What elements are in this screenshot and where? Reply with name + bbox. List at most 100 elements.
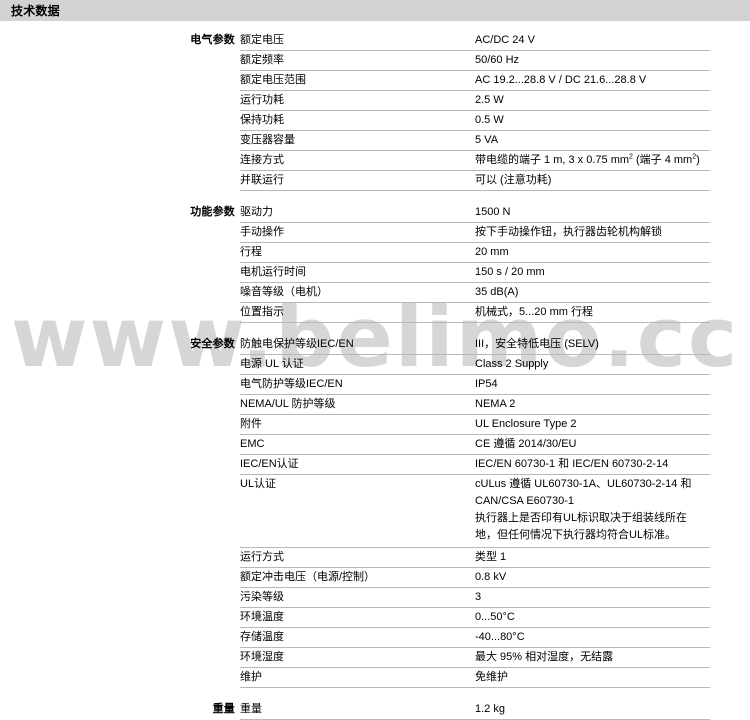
spec-row-value: 免维护 bbox=[475, 671, 508, 683]
spec-row-value: 最大 95% 相对湿度，无结露 bbox=[475, 651, 614, 663]
section-label: 安全参数 bbox=[190, 338, 235, 350]
spec-row-name: UL认证 bbox=[240, 478, 277, 490]
spec-row-name: 重量 bbox=[240, 703, 262, 715]
section-rows: 重量 1.2 kg bbox=[240, 700, 710, 720]
section-rows: 驱动力 1500 N 手动操作 按下手动操作钮，执行器齿轮机构解锁行程 20 mm 电机运… bbox=[240, 203, 710, 323]
spec-row-name: 维护 bbox=[240, 671, 262, 683]
spec-row-name: 额定冲击电压（电源/控制） bbox=[240, 571, 376, 583]
spec-row-name: 驱动力 bbox=[240, 206, 273, 218]
section-label: 电气参数 bbox=[190, 34, 235, 46]
spec-row: 重量 1.2 kg bbox=[240, 700, 710, 720]
spec-row: 电机运行时间 150 s / 20 mm bbox=[240, 263, 710, 283]
spec-row-value: AC 19.2...28.8 V / DC 21.6...28.8 V bbox=[475, 74, 647, 86]
spec-row-value: 3 bbox=[475, 591, 482, 603]
spec-row-value: 50/60 Hz bbox=[475, 54, 520, 66]
technical-data-sheet: 电气参数 额定电压 AC/DC 24 V 额定频率 50/60 Hz 额定电压范围 AC 1… bbox=[0, 31, 750, 720]
spec-row-name: 变压器容量 bbox=[240, 134, 295, 146]
spec-row-value: cULus 遵循 UL60730-1A、UL60730-2-14 和 CAN/C… bbox=[475, 478, 692, 541]
spec-row-name: 电源 UL 认证 bbox=[240, 358, 304, 370]
spec-row: 额定冲击电压（电源/控制） 0.8 kV bbox=[240, 568, 710, 588]
spec-row: 环境温度 0...50°C bbox=[240, 608, 710, 628]
spec-row-value: 类型 1 bbox=[475, 551, 507, 563]
spec-row-value: 机械式，5...20 mm 行程 bbox=[475, 306, 593, 318]
spec-row: NEMA/UL 防护等级 NEMA 2 bbox=[240, 395, 710, 415]
spec-row: 手动操作 按下手动操作钮，执行器齿轮机构解锁 bbox=[240, 223, 710, 243]
spec-row: 污染等级 3 bbox=[240, 588, 710, 608]
spec-row: 附件 UL Enclosure Type 2 bbox=[240, 415, 710, 435]
spec-row-name: 连接方式 bbox=[240, 154, 284, 166]
spec-row: 额定电压 AC/DC 24 V bbox=[240, 31, 710, 51]
spec-row-name: 并联运行 bbox=[240, 174, 284, 186]
spec-row: 运行方式 类型 1 bbox=[240, 548, 710, 568]
spec-row: 并联运行 可以 (注意功耗) bbox=[240, 171, 710, 191]
spec-row-name: 环境温度 bbox=[240, 611, 284, 623]
spec-row-value: 5 VA bbox=[475, 134, 499, 146]
spec-row-name: 运行方式 bbox=[240, 551, 284, 563]
spec-row: IEC/EN认证 IEC/EN 60730-1 和 IEC/EN 60730-2-… bbox=[240, 455, 710, 475]
spec-row-name: 行程 bbox=[240, 246, 262, 258]
spec-row-value: NEMA 2 bbox=[475, 398, 516, 410]
spec-row-value: 0...50°C bbox=[475, 611, 515, 623]
spec-row-name: 手动操作 bbox=[240, 226, 284, 238]
spec-row-value: UL Enclosure Type 2 bbox=[475, 418, 577, 430]
spec-section: 功能参数 驱动力 1500 N 手动操作 按下手动操作钮，执行器齿轮机构解锁行程 20 m… bbox=[0, 203, 750, 323]
spec-row-name: EMC bbox=[240, 438, 265, 450]
spec-row-name: 位置指示 bbox=[240, 306, 284, 318]
spec-row-value: 可以 (注意功耗) bbox=[475, 174, 552, 186]
spec-row-name: 额定电压范围 bbox=[240, 74, 306, 86]
spec-row-name: 运行功耗 bbox=[240, 94, 284, 106]
spec-section: 重量 重量 1.2 kg bbox=[0, 700, 750, 720]
spec-row-value: 按下手动操作钮，执行器齿轮机构解锁 bbox=[475, 226, 662, 238]
spec-row: 噪音等级（电机） 35 dB(A) bbox=[240, 283, 710, 303]
section-rows: 额定电压 AC/DC 24 V 额定频率 50/60 Hz 额定电压范围 AC 19.2.… bbox=[240, 31, 710, 191]
spec-row: 行程 20 mm bbox=[240, 243, 710, 263]
spec-row-name: 防触电保护等级IEC/EN bbox=[240, 338, 354, 350]
spec-row-value: 150 s / 20 mm bbox=[475, 266, 545, 278]
section-label: 功能参数 bbox=[190, 206, 235, 218]
spec-row: 变压器容量 5 VA bbox=[240, 131, 710, 151]
spec-row: EMC CE 遵循 2014/30/EU bbox=[240, 435, 710, 455]
spec-row: 环境湿度 最大 95% 相对湿度，无结露 bbox=[240, 648, 710, 668]
spec-row: 电源 UL 认证 Class 2 Supply bbox=[240, 355, 710, 375]
spec-row: 驱动力 1500 N bbox=[240, 203, 710, 223]
spec-row: UL认证 cULus 遵循 UL60730-1A、UL60730-2-14 和 C… bbox=[240, 475, 710, 548]
spec-row-name: 保持功耗 bbox=[240, 114, 284, 126]
spec-row-name: 额定频率 bbox=[240, 54, 284, 66]
spec-section: 安全参数 防触电保护等级IEC/EN III，安全特低电压 (SELV) 电源 UL … bbox=[0, 335, 750, 688]
spec-row-value: 0.5 W bbox=[475, 114, 504, 126]
spec-row-name: 电机运行时间 bbox=[240, 266, 306, 278]
page-title: 技术数据 bbox=[11, 4, 60, 18]
spec-row: 防触电保护等级IEC/EN III，安全特低电压 (SELV) bbox=[240, 335, 710, 355]
spec-row: 连接方式 带电缆的端子 1 m, 3 x 0.75 mm2 (端子 4 mm2) bbox=[240, 151, 710, 171]
spec-row-value: AC/DC 24 V bbox=[475, 34, 535, 46]
spec-row: 额定频率 50/60 Hz bbox=[240, 51, 710, 71]
spec-row-value: IP54 bbox=[475, 378, 498, 390]
spec-row-name: 噪音等级（电机） bbox=[240, 286, 328, 298]
spec-row-value: 1500 N bbox=[475, 206, 511, 218]
spec-row-value: Class 2 Supply bbox=[475, 358, 549, 370]
spec-row-name: 电气防护等级IEC/EN bbox=[240, 378, 343, 390]
spec-row-value: CE 遵循 2014/30/EU bbox=[475, 438, 577, 450]
spec-row-name: 存储温度 bbox=[240, 631, 284, 643]
spec-row-value: 20 mm bbox=[475, 246, 509, 258]
page-header-bar: 技术数据 bbox=[0, 0, 750, 21]
spec-row: 维护 免维护 bbox=[240, 668, 710, 688]
spec-row-name: 额定电压 bbox=[240, 34, 284, 46]
spec-row-name: IEC/EN认证 bbox=[240, 458, 299, 470]
spec-row-value: 0.8 kV bbox=[475, 571, 507, 583]
spec-row-name: NEMA/UL 防护等级 bbox=[240, 398, 336, 410]
spec-row-name: 环境湿度 bbox=[240, 651, 284, 663]
spec-row-value: IEC/EN 60730-1 和 IEC/EN 60730-2-14 bbox=[475, 458, 669, 470]
spec-row-value: 1.2 kg bbox=[475, 703, 505, 715]
spec-row-value: 带电缆的端子 1 m, 3 x 0.75 mm2 (端子 4 mm2) bbox=[475, 153, 700, 166]
spec-row-name: 污染等级 bbox=[240, 591, 284, 603]
spec-row-value: III，安全特低电压 (SELV) bbox=[475, 338, 599, 350]
spec-row-value: 2.5 W bbox=[475, 94, 504, 106]
section-label: 重量 bbox=[212, 703, 235, 715]
spec-section: 电气参数 额定电压 AC/DC 24 V 额定频率 50/60 Hz 额定电压范围 AC 1… bbox=[0, 31, 750, 191]
spec-row-value: -40...80°C bbox=[475, 631, 525, 643]
spec-row-name: 附件 bbox=[240, 418, 262, 430]
section-rows: 防触电保护等级IEC/EN III，安全特低电压 (SELV) 电源 UL 认证 Cl… bbox=[240, 335, 710, 688]
spec-row-value: 35 dB(A) bbox=[475, 286, 519, 298]
spec-row: 额定电压范围 AC 19.2...28.8 V / DC 21.6...28.8 … bbox=[240, 71, 710, 91]
